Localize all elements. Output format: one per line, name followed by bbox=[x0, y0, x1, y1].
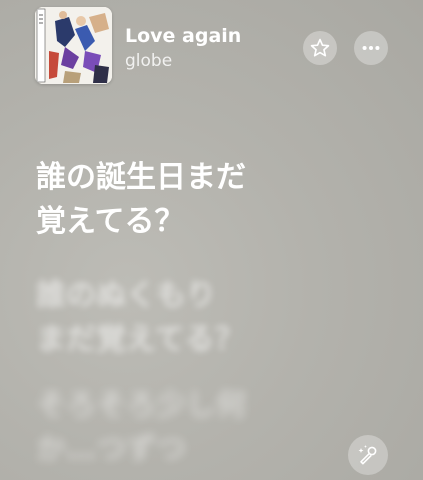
lyric-line-next[interactable]: まだ覚えてる？ bbox=[36, 318, 396, 362]
favorite-button[interactable] bbox=[303, 31, 337, 65]
lyric-line-active[interactable]: 誰の誕生日まだ bbox=[36, 156, 396, 200]
star-icon bbox=[310, 38, 330, 57]
sing-mode-button[interactable] bbox=[348, 435, 388, 475]
lyric-line-active[interactable]: 覚えてる？ bbox=[36, 200, 396, 244]
song-artist[interactable]: globe bbox=[125, 51, 172, 71]
ellipsis-icon bbox=[362, 45, 380, 51]
album-artwork[interactable] bbox=[35, 7, 112, 84]
album-artwork-image bbox=[35, 7, 112, 84]
lyric-line-later[interactable]: そろそろ少し何 bbox=[36, 384, 396, 428]
more-options-button[interactable] bbox=[354, 31, 388, 65]
now-playing-header: Love again globe bbox=[0, 0, 423, 96]
lyric-line-later[interactable]: か…つずつ bbox=[36, 428, 396, 472]
lyrics-view[interactable]: 誰の誕生日まだ 覚えてる？ 誰のぬくもり まだ覚えてる？ そろそろ少し何 か…つ… bbox=[36, 156, 396, 472]
song-title[interactable]: Love again bbox=[125, 25, 241, 47]
microphone-sparkle-icon bbox=[358, 445, 377, 465]
lyric-line-next[interactable]: 誰のぬくもり bbox=[36, 274, 396, 318]
